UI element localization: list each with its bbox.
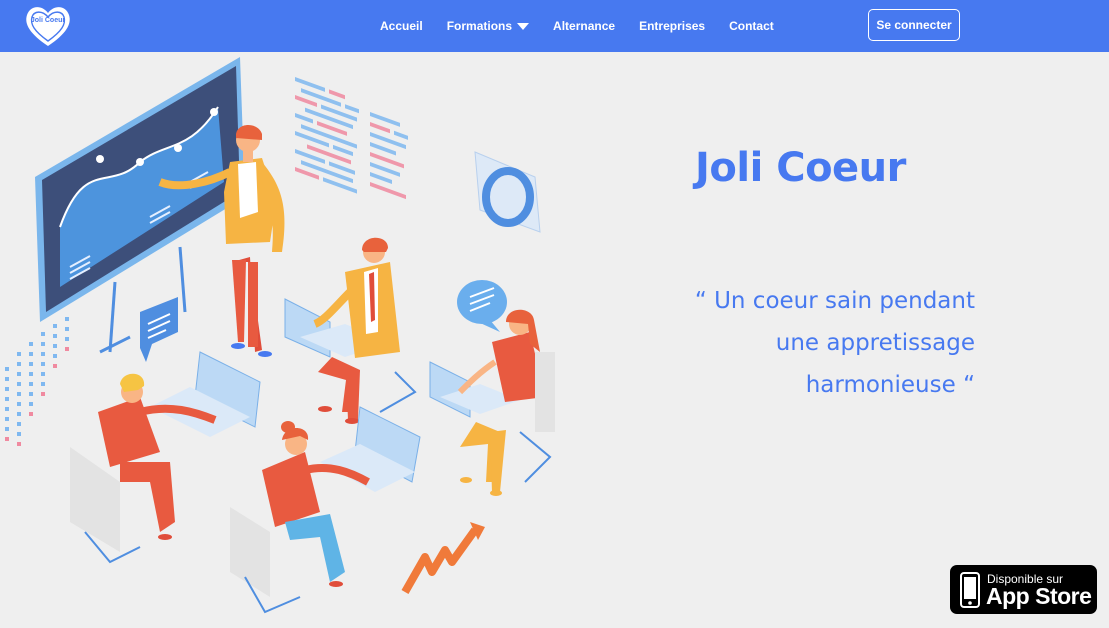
ring-hologram-decoration bbox=[474, 151, 541, 233]
nav-contact-label: Contact bbox=[729, 19, 774, 33]
hero-quote: “ Un coeur sain pendant une appretissage… bbox=[660, 280, 975, 406]
phone-icon bbox=[960, 572, 980, 608]
top-navbar: Joli Coeur Accueil Formations Alternance… bbox=[0, 0, 1109, 52]
desk-person bbox=[429, 309, 555, 496]
nav-formations[interactable]: Formations bbox=[446, 19, 530, 33]
nav-formations-label: Formations bbox=[446, 19, 513, 33]
heart-logo-icon bbox=[26, 7, 70, 47]
nav-accueil[interactable]: Accueil bbox=[380, 19, 423, 33]
growth-arrow-icon bbox=[401, 522, 485, 594]
app-store-label: App Store bbox=[986, 583, 1092, 609]
desk-person bbox=[284, 237, 417, 424]
hero-illustration bbox=[0, 52, 560, 628]
nav-alternance-label: Alternance bbox=[553, 19, 616, 33]
hero-quote-line: une appretissage bbox=[775, 330, 975, 356]
hero-quote-line: harmonieuse “ bbox=[805, 372, 975, 398]
logo-text: Joli Coeur bbox=[30, 17, 66, 24]
nav-accueil-label: Accueil bbox=[380, 19, 423, 33]
nav-alternance[interactable]: Alternance bbox=[553, 19, 615, 33]
page-title: Joli Coeur bbox=[695, 145, 906, 191]
desk-person bbox=[230, 406, 421, 614]
nav-entreprises-label: Entreprises bbox=[639, 19, 706, 33]
equalizer-decoration bbox=[5, 317, 69, 446]
nav-contact[interactable]: Contact bbox=[729, 19, 774, 33]
chat-bubble-icon bbox=[457, 280, 507, 332]
presentation-board bbox=[35, 57, 245, 354]
app-store-badge[interactable]: Disponible sur App Store bbox=[950, 565, 1097, 614]
chat-bubble-icon bbox=[140, 297, 178, 362]
login-button[interactable]: Se connecter bbox=[868, 9, 960, 41]
nav-entreprises[interactable]: Entreprises bbox=[639, 19, 705, 33]
code-lines-decoration bbox=[295, 77, 408, 200]
main-nav: Accueil Formations Alternance Entreprise… bbox=[380, 0, 798, 52]
hero-quote-line: “ Un coeur sain pendant bbox=[694, 288, 975, 314]
chevron-down-icon bbox=[517, 23, 530, 30]
logo[interactable]: Joli Coeur bbox=[22, 2, 74, 50]
